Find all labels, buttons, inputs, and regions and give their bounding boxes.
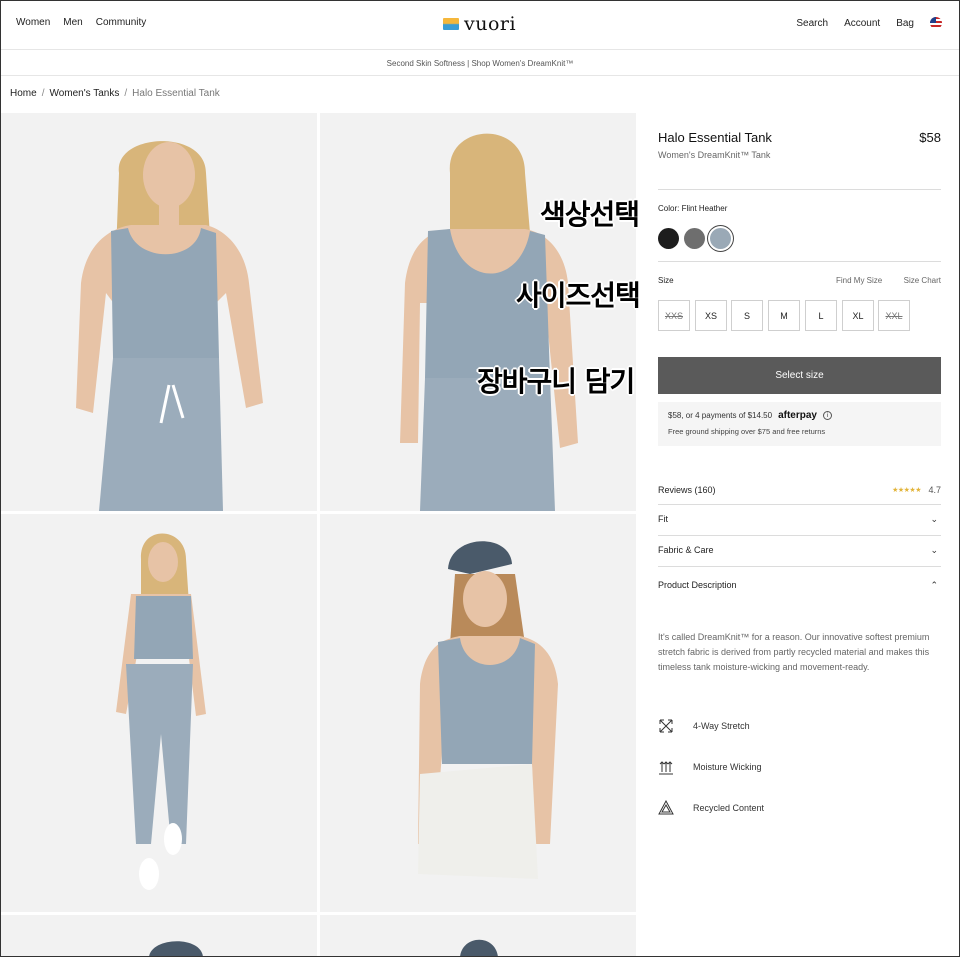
feature-label: 4-Way Stretch: [693, 721, 750, 731]
site-header: Women Men Community vuori Search Account…: [0, 0, 960, 50]
model-cap-illustration: [320, 514, 636, 912]
color-label: Color: Flint Heather: [658, 204, 728, 213]
accordion-product-description[interactable]: Product Description ⌃: [658, 580, 941, 590]
feature-moisture: Moisture Wicking: [658, 759, 941, 779]
size-option-xl[interactable]: XL: [842, 300, 874, 331]
swatch-flint-heather[interactable]: [710, 228, 731, 249]
accordion-fabric-care[interactable]: Fabric & Care ⌄: [658, 545, 941, 555]
select-size-button[interactable]: Select size: [658, 357, 941, 394]
product-image-cap[interactable]: [320, 514, 636, 912]
reviews-label: Reviews (160): [658, 485, 716, 495]
product-description: It's called DreamKnit™ for a reason. Our…: [658, 632, 930, 672]
size-option-xxl[interactable]: XXL: [878, 300, 910, 331]
afterpay-line: $58, or 4 payments of $14.50 afterpay i: [668, 410, 832, 421]
accordion-label: Fabric & Care: [658, 545, 714, 555]
logo-mark-icon: [443, 18, 459, 30]
promo-banner[interactable]: Second Skin Softness | Shop Women's Drea…: [0, 51, 960, 76]
size-chart-link[interactable]: Size Chart: [904, 276, 941, 285]
feature-label: Recycled Content: [693, 803, 765, 813]
nav-search[interactable]: Search: [796, 18, 828, 29]
accordion-label: Product Description: [658, 580, 737, 590]
reviews-row[interactable]: Reviews (160) ★★★★★ 4.7: [658, 485, 941, 495]
breadcrumb: Home / Women's Tanks / Halo Essential Ta…: [10, 88, 220, 99]
nav-community[interactable]: Community: [96, 17, 147, 28]
divider: [658, 535, 941, 536]
info-icon[interactable]: i: [822, 411, 832, 420]
swatch-black[interactable]: [658, 228, 679, 249]
product-subtitle: Women's DreamKnit™ Tank: [658, 150, 771, 160]
size-label: Size: [658, 276, 674, 285]
stretch-arrows-icon: [659, 719, 673, 733]
product-image-walking[interactable]: [1, 514, 317, 912]
logo-text: vuori: [464, 13, 517, 35]
utility-nav: Search Account Bag: [796, 17, 942, 29]
product-price: $58: [919, 130, 941, 145]
size-option-xxs[interactable]: XXS: [658, 300, 690, 331]
overlay-size-select: 사이즈선택: [516, 279, 641, 312]
divider: [658, 566, 941, 567]
chevron-down-icon: ⌄: [930, 514, 938, 524]
feature-label: Moisture Wicking: [693, 762, 762, 772]
divider: [658, 504, 941, 505]
model-cap-partial-illustration: [1, 915, 317, 957]
overlay-color-select: 색상선택: [540, 198, 640, 231]
model-front-illustration: [1, 113, 317, 511]
accordion-label: Fit: [658, 514, 668, 524]
find-my-size-link[interactable]: Find My Size: [836, 276, 882, 285]
nav-men[interactable]: Men: [63, 17, 82, 28]
accordion-fit[interactable]: Fit ⌄: [658, 514, 941, 524]
size-option-xs[interactable]: XS: [695, 300, 727, 331]
star-rating-icon: ★★★★★: [892, 487, 921, 494]
product-image-6[interactable]: [320, 915, 636, 957]
recycle-icon: [658, 800, 674, 815]
product-title: Halo Essential Tank: [658, 130, 772, 145]
nav-account[interactable]: Account: [844, 18, 880, 29]
size-option-m[interactable]: M: [768, 300, 800, 331]
afterpay-logo[interactable]: afterpay: [778, 410, 817, 421]
primary-nav: Women Men Community: [16, 17, 146, 28]
breadcrumb-separator: /: [41, 88, 45, 99]
overlay-add-to-cart: 장바구니 담기: [477, 365, 635, 398]
moisture-arrows-icon: [659, 761, 673, 775]
divider: [658, 189, 941, 190]
model-walking-illustration: [1, 514, 317, 912]
nav-bag[interactable]: Bag: [896, 18, 914, 29]
breadcrumb-separator: /: [124, 88, 128, 99]
us-flag-icon[interactable]: [930, 17, 942, 29]
nav-women[interactable]: Women: [16, 17, 50, 28]
afterpay-text: $58, or 4 payments of $14.50: [668, 411, 773, 420]
product-image-5[interactable]: [1, 915, 317, 957]
model-cap-partial-illustration: [320, 915, 636, 957]
shipping-text: Free ground shipping over $75 and free r…: [668, 427, 826, 436]
breadcrumb-current: Halo Essential Tank: [132, 88, 220, 99]
feature-recycled: Recycled Content: [658, 800, 941, 820]
afterpay-box: $58, or 4 payments of $14.50 afterpay i …: [658, 402, 941, 446]
chevron-up-icon: ⌃: [930, 580, 938, 590]
rating-value: 4.7: [928, 485, 941, 495]
chevron-down-icon: ⌄: [930, 545, 938, 555]
logo[interactable]: vuori: [443, 13, 516, 35]
breadcrumb-home[interactable]: Home: [10, 88, 37, 99]
feature-stretch: 4-Way Stretch: [658, 718, 941, 738]
product-image-front[interactable]: [1, 113, 317, 511]
size-option-l[interactable]: L: [805, 300, 837, 331]
breadcrumb-category[interactable]: Women's Tanks: [49, 88, 119, 99]
swatch-charcoal[interactable]: [684, 228, 705, 249]
size-option-s[interactable]: S: [731, 300, 763, 331]
divider: [658, 261, 941, 262]
